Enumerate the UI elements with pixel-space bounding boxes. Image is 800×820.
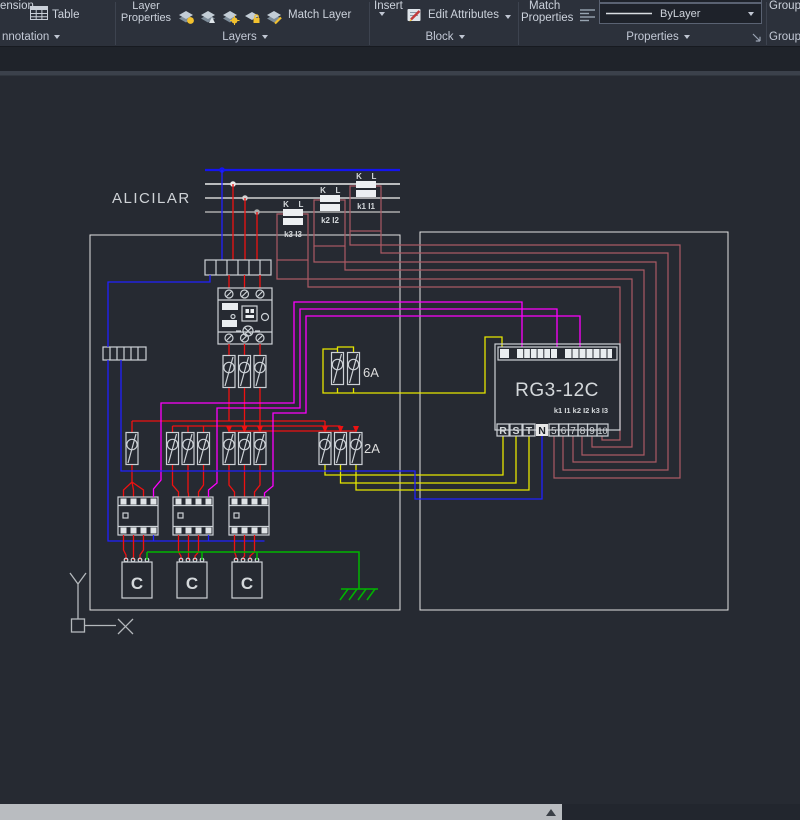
- panel-divider: [518, 2, 519, 45]
- svg-text:K: K: [356, 172, 362, 181]
- svg-text:9: 9: [589, 426, 595, 437]
- horizontal-scrollbar[interactable]: [0, 804, 562, 820]
- schematic-canvas[interactable]: ALICILAR K L k1 I1 K L k2 I2 K L k3 I3: [0, 47, 800, 804]
- panel-divider: [766, 2, 767, 45]
- svg-text:5: 5: [551, 426, 557, 437]
- layer-on-bulb-icon[interactable]: [176, 7, 196, 25]
- svg-text:2A: 2A: [364, 441, 380, 456]
- svg-text:L: L: [299, 200, 304, 209]
- svg-text:6A: 6A: [363, 365, 379, 380]
- svg-text:L: L: [372, 172, 377, 181]
- svg-text:C: C: [241, 574, 253, 593]
- svg-text:N: N: [538, 425, 546, 437]
- panel-divider: [115, 2, 116, 45]
- panel-label-layers[interactable]: Layers: [205, 31, 285, 43]
- linetype-combo[interactable]: ByLayer: [599, 3, 762, 24]
- chevron-down-icon: [684, 35, 690, 39]
- svg-text:k2 I2: k2 I2: [321, 216, 339, 225]
- edit-attributes-dropdown-icon[interactable]: [505, 15, 511, 19]
- relay-ct-terminal-label: k1 I1 k2 I2 k3 I3: [554, 406, 608, 415]
- edit-attributes-icon[interactable]: [405, 6, 424, 24]
- drawing-title[interactable]: ALICILAR: [112, 190, 191, 207]
- ribbon: ension Table nnotation Layer Properties: [0, 0, 800, 47]
- group-button[interactable]: Group: [769, 0, 800, 12]
- svg-text:R: R: [499, 425, 507, 437]
- panel-label-groups[interactable]: Group: [769, 31, 800, 43]
- layer-properties-button[interactable]: Layer Properties: [118, 1, 174, 24]
- layer-thaw-sun-icon[interactable]: [220, 7, 240, 25]
- svg-text:C: C: [131, 574, 143, 593]
- table-icon[interactable]: [30, 6, 48, 21]
- table-button[interactable]: Table: [52, 9, 80, 21]
- match-properties-button[interactable]: Match: [529, 0, 560, 12]
- svg-text:k1 I1: k1 I1: [357, 202, 375, 211]
- dimension-partial-label[interactable]: ension: [0, 0, 34, 12]
- insert-dropdown-icon[interactable]: [379, 12, 385, 16]
- linetype-value: ByLayer: [660, 8, 700, 20]
- canvas-separator: [0, 71, 800, 76]
- panel-launcher-icon[interactable]: [752, 33, 763, 44]
- chevron-down-icon: [459, 35, 465, 39]
- insert-button[interactable]: Insert: [374, 0, 403, 12]
- canvas-top-strip: [0, 47, 800, 71]
- panel-label-properties[interactable]: Properties: [603, 31, 713, 43]
- panel-label-block[interactable]: Block: [405, 31, 485, 43]
- edit-attributes-button[interactable]: Edit Attributes: [428, 9, 499, 21]
- bylayer-line-swatch: [600, 4, 656, 23]
- match-layer-button[interactable]: Match Layer: [288, 9, 351, 21]
- svg-text:8: 8: [580, 426, 586, 437]
- svg-text:10: 10: [597, 426, 607, 436]
- panel-divider: [369, 2, 370, 45]
- svg-text:k3 I3: k3 I3: [284, 230, 302, 239]
- svg-text:7: 7: [570, 426, 576, 437]
- match-properties-icon[interactable]: [579, 7, 596, 22]
- svg-text:L: L: [336, 186, 341, 195]
- svg-text:6: 6: [561, 426, 567, 437]
- panel-label-annotation[interactable]: nnotation: [2, 31, 60, 43]
- chevron-down-icon: [262, 35, 268, 39]
- svg-text:K: K: [283, 200, 289, 209]
- match-layer-icon[interactable]: [264, 7, 284, 25]
- layer-fade-icon[interactable]: [198, 7, 218, 25]
- match-properties-button-line2[interactable]: Properties: [521, 12, 573, 24]
- chevron-down-icon: [54, 35, 60, 39]
- svg-text:S: S: [512, 425, 519, 437]
- scrollbar-notch-icon[interactable]: [546, 809, 556, 816]
- combo-dropdown-icon[interactable]: [748, 12, 754, 16]
- svg-text:T: T: [526, 425, 533, 437]
- svg-text:K: K: [320, 186, 326, 195]
- layer-lock-icon[interactable]: [242, 7, 262, 25]
- svg-text:C: C: [186, 574, 198, 593]
- relay-model-label: RG3-12C: [515, 380, 599, 401]
